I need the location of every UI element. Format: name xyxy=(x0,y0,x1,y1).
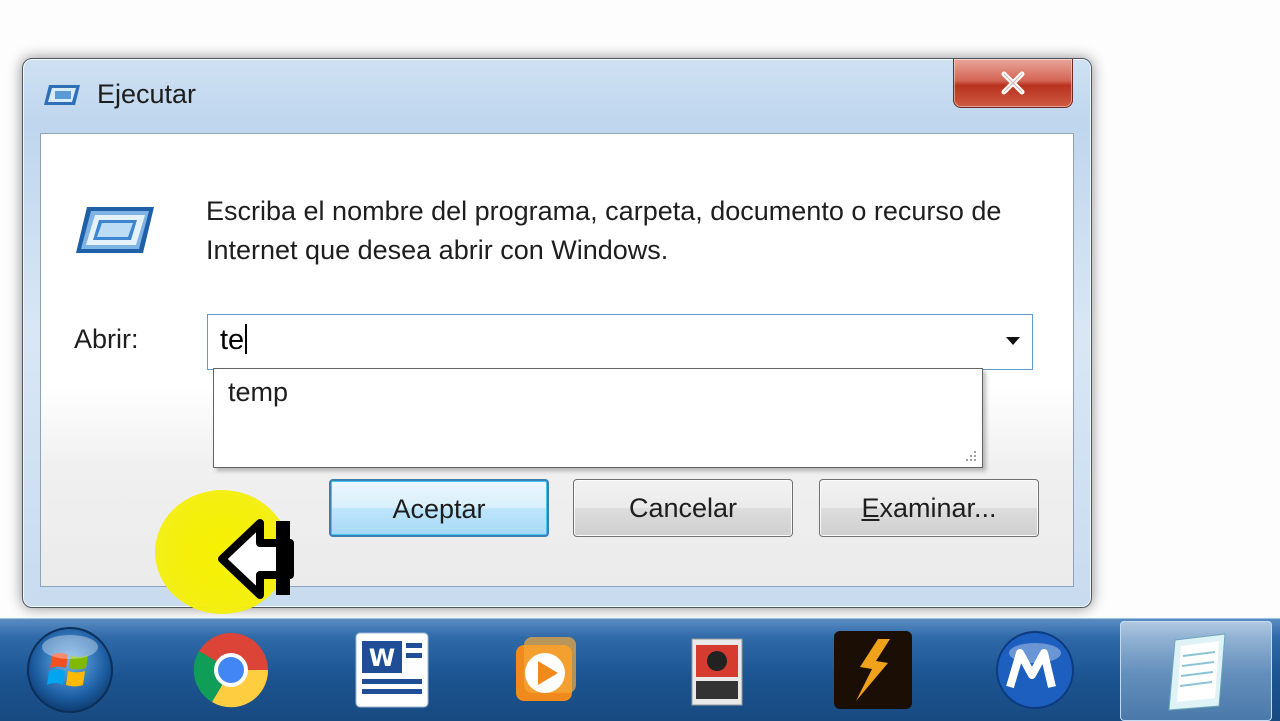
chrome-icon[interactable] xyxy=(188,627,274,713)
open-input[interactable]: te xyxy=(220,324,248,357)
dialog-title: Ejecutar xyxy=(97,79,197,109)
notepad-icon xyxy=(1168,633,1226,711)
description-text: Escriba el nombre del programa, carpeta,… xyxy=(206,196,1002,265)
run-program-icon xyxy=(76,207,154,253)
browse-mnemonic: E xyxy=(861,493,880,523)
resident-evil-5-icon[interactable] xyxy=(830,627,916,713)
close-button[interactable] xyxy=(953,59,1073,108)
svg-text:W: W xyxy=(369,644,395,672)
run-icon xyxy=(44,85,80,105)
media-player-icon[interactable] xyxy=(502,627,588,713)
cancel-button[interactable]: Cancelar xyxy=(573,479,793,537)
open-label: Abrir: xyxy=(74,324,139,354)
open-combobox[interactable]: te xyxy=(207,314,1033,370)
taskbar-active-item[interactable] xyxy=(1120,621,1272,721)
browse-button[interactable]: Examinar... xyxy=(819,479,1039,537)
m-app-icon[interactable] xyxy=(992,627,1078,713)
windows-start-orb-icon[interactable] xyxy=(22,625,118,715)
autocomplete-item[interactable]: temp xyxy=(228,377,288,408)
dropdown-arrow-icon[interactable] xyxy=(1004,334,1022,348)
close-icon xyxy=(1001,71,1025,95)
cursor-pointer-icon xyxy=(218,519,294,599)
taskbar: W xyxy=(0,618,1280,721)
accept-button[interactable]: Aceptar xyxy=(329,479,549,537)
browse-label: xaminar... xyxy=(879,493,997,523)
word-icon[interactable]: W xyxy=(348,627,434,713)
autocomplete-list: temp xyxy=(213,368,983,468)
text-caret xyxy=(245,324,248,354)
title-bar[interactable]: Ejecutar xyxy=(23,59,1091,133)
resize-grip-icon[interactable] xyxy=(964,449,978,463)
game-icon[interactable] xyxy=(674,627,760,713)
